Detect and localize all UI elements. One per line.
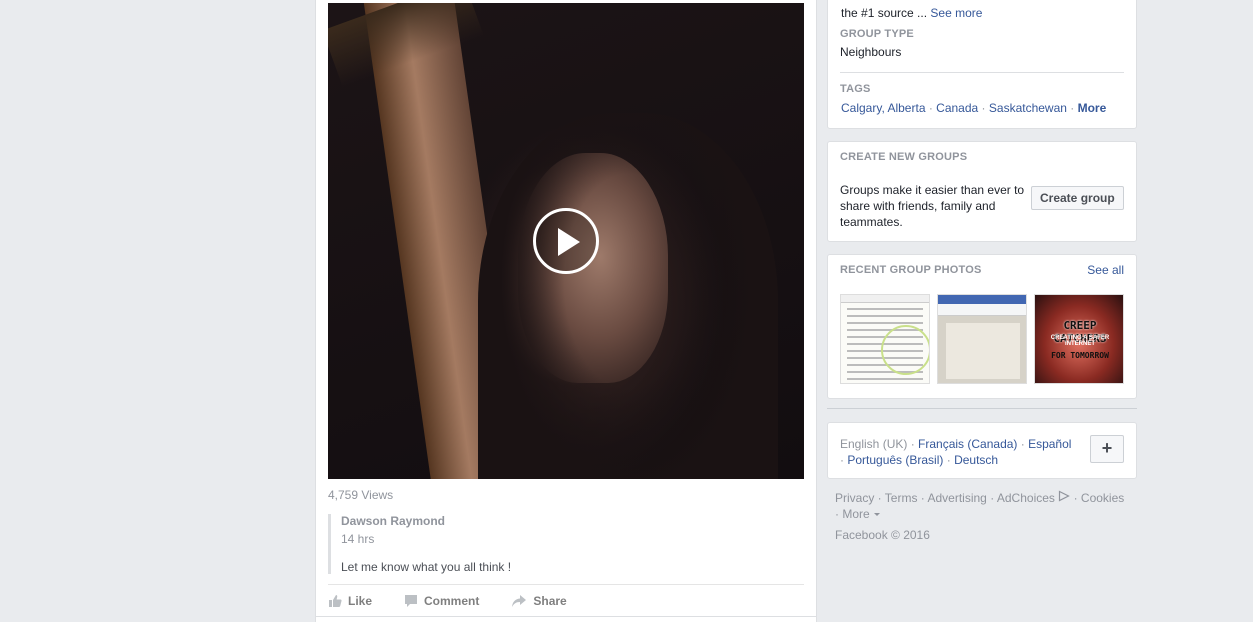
terms-link[interactable]: Terms: [885, 491, 918, 505]
comment-label: Comment: [424, 593, 480, 608]
share-icon: [512, 594, 527, 607]
footer-more-label: More: [842, 507, 870, 521]
language-link[interactable]: Español: [1028, 437, 1071, 451]
see-all-link[interactable]: See all: [1087, 263, 1124, 277]
recent-photos-card: RECENT GROUP PHOTOS See all CREEP CATCHE…: [827, 254, 1137, 399]
footer: Privacy · Terms · Advertising · AdChoice…: [835, 490, 1135, 543]
see-more-link[interactable]: See more: [930, 6, 982, 20]
language-link[interactable]: Deutsch: [954, 453, 998, 467]
post-card: 4,759 Views Dawson Raymond 14 hrs Let me…: [315, 0, 817, 622]
tag-link[interactable]: Saskatchewan: [989, 101, 1067, 115]
group-description: the #1 source ... See more: [841, 6, 982, 20]
tags-label: TAGS: [840, 83, 871, 95]
share-button[interactable]: Share: [511, 593, 567, 608]
photo-thumbnail[interactable]: [840, 294, 930, 384]
recent-photos-title: RECENT GROUP PHOTOS: [840, 264, 982, 276]
video-player[interactable]: [328, 3, 804, 479]
thumbs-up-icon: [329, 594, 342, 607]
add-language-button[interactable]: +: [1090, 435, 1124, 463]
group-description-text: the #1 source ...: [841, 6, 928, 20]
thumbnail-subtitle-text: CREATING A SAFER INTERNET: [1050, 335, 1110, 347]
caret-down-icon: [874, 513, 881, 516]
adchoices-label: AdChoices: [996, 491, 1055, 505]
languages-card: English (UK) · Français (Canada) · Españ…: [827, 422, 1137, 479]
tag-link[interactable]: Canada: [936, 101, 978, 115]
shared-post-quote: Dawson Raymond 14 hrs Let me know what y…: [328, 514, 804, 574]
comment-button[interactable]: Comment: [404, 594, 479, 608]
photo-thumbnail[interactable]: [937, 294, 1027, 384]
create-groups-card: CREATE NEW GROUPS Groups make it easier …: [827, 141, 1137, 242]
post-timestamp[interactable]: 14 hrs: [341, 532, 804, 546]
language-link[interactable]: Português (Brasil): [847, 453, 943, 467]
language-link[interactable]: Français (Canada): [918, 437, 1017, 451]
post-author[interactable]: Dawson Raymond: [341, 514, 804, 528]
group-about-card: the #1 source ... See more GROUP TYPE Ne…: [827, 0, 1137, 129]
post-message: Let me know what you all think !: [341, 560, 512, 574]
like-button[interactable]: Like: [328, 594, 372, 608]
create-groups-text: Groups make it easier than ever to share…: [840, 183, 1025, 229]
create-groups-title: CREATE NEW GROUPS: [840, 151, 968, 163]
post-divider: [316, 616, 816, 617]
view-count: 4,759 Views: [328, 488, 394, 502]
footer-more-link[interactable]: More: [842, 507, 881, 521]
tag-link[interactable]: Calgary, Alberta: [841, 101, 926, 115]
adchoices-icon: [1059, 490, 1071, 502]
create-group-button[interactable]: Create group: [1031, 186, 1124, 210]
tags-more-link[interactable]: More: [1078, 101, 1107, 115]
video-frame-hood: [478, 113, 778, 479]
adchoices-link[interactable]: AdChoices: [996, 490, 1071, 505]
current-language: English (UK): [840, 437, 908, 451]
share-label: Share: [533, 593, 567, 608]
photo-thumbnail[interactable]: CREEP CATCHERS CREATING A SAFER INTERNET…: [1034, 294, 1124, 384]
copyright: Facebook © 2016: [835, 528, 930, 542]
group-type-label: GROUP TYPE: [840, 28, 914, 40]
tags-list: Calgary, Alberta · Canada · Saskatchewan…: [841, 101, 1107, 115]
post-actions: Like Comment Share: [328, 584, 804, 616]
cookies-link[interactable]: Cookies: [1081, 491, 1124, 505]
comment-icon: [405, 594, 418, 607]
like-label: Like: [348, 593, 373, 608]
divider: [840, 72, 1124, 73]
privacy-link[interactable]: Privacy: [835, 491, 874, 505]
thumbnail-bottom-text: FOR TOMORROW: [1051, 351, 1109, 360]
advertising-link[interactable]: Advertising: [927, 491, 986, 505]
play-icon[interactable]: [533, 208, 599, 274]
group-type-value: Neighbours: [840, 45, 902, 59]
language-list: English (UK) · Français (Canada) · Españ…: [840, 437, 1072, 467]
divider: [827, 408, 1137, 409]
